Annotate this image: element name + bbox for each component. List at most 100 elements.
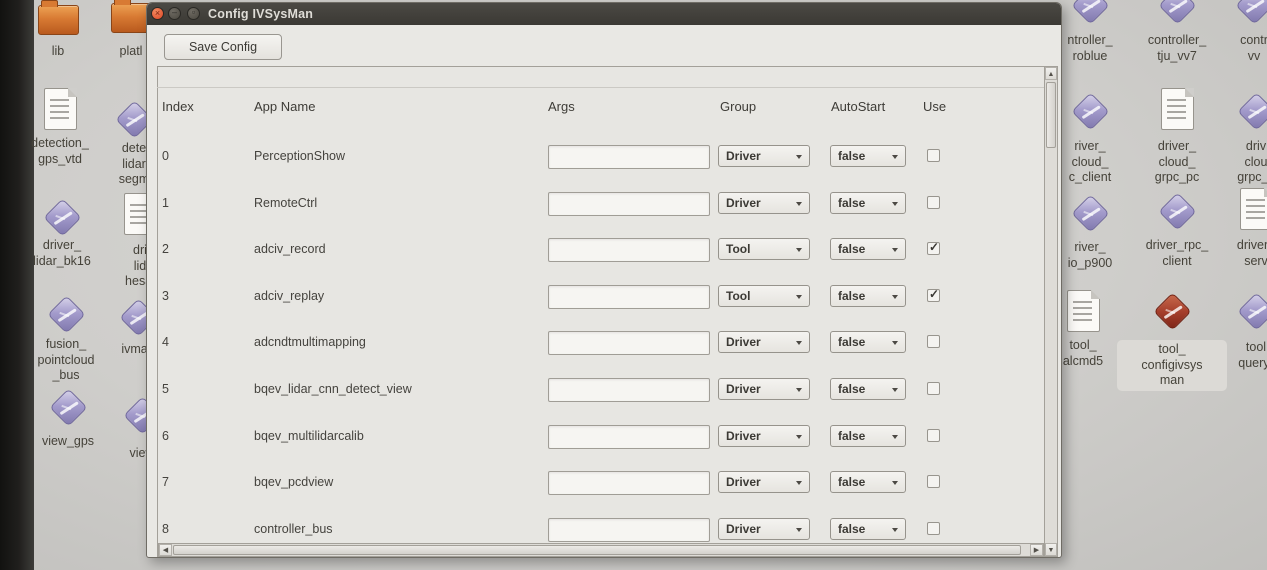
chevron-down-icon xyxy=(796,388,802,392)
chevron-down-icon xyxy=(796,481,802,485)
column-header-index: Index xyxy=(162,99,194,114)
doc-icon xyxy=(1067,290,1100,332)
column-header-autostart: AutoStart xyxy=(831,99,885,114)
horizontal-scroll-thumb[interactable] xyxy=(173,545,1021,555)
args-input[interactable] xyxy=(548,285,710,309)
table-row: 0 PerceptionShow Driver false xyxy=(147,145,1063,171)
group-dropdown[interactable]: Tool xyxy=(718,285,810,307)
args-input[interactable] xyxy=(548,331,710,355)
folder-icon xyxy=(38,5,79,35)
use-checkbox[interactable] xyxy=(927,522,940,535)
table-row: 4adcndtmultimappingDriverfalse xyxy=(147,331,1063,357)
minimize-icon: – xyxy=(169,6,180,19)
autostart-dropdown[interactable]: false xyxy=(830,192,906,214)
minimize-button[interactable]: – xyxy=(168,7,181,20)
app-name: controller_bus xyxy=(254,522,333,536)
autostart-dropdown[interactable]: false xyxy=(830,518,906,540)
autostart-dropdown[interactable]: false xyxy=(830,331,906,353)
maximize-icon: ▫ xyxy=(188,6,199,19)
chevron-down-icon xyxy=(796,435,802,439)
chevron-down-icon xyxy=(796,528,802,532)
diamond-icon xyxy=(49,388,87,426)
row-index: 3 xyxy=(162,289,169,303)
chevron-down-icon xyxy=(892,202,898,206)
chevron-down-icon xyxy=(892,528,898,532)
scroll-up-icon[interactable]: ▲ xyxy=(1045,67,1057,80)
diamond-icon xyxy=(1158,192,1196,230)
diamond-icon xyxy=(1071,0,1109,25)
save-config-button[interactable]: Save Config xyxy=(164,34,282,60)
chevron-down-icon xyxy=(796,248,802,252)
group-dropdown[interactable]: Driver xyxy=(718,471,810,493)
args-input[interactable] xyxy=(548,145,710,169)
app-name: bqev_lidar_cnn_detect_view xyxy=(254,382,412,396)
column-header-app-name: App Name xyxy=(254,99,315,114)
app-name: bqev_pcdview xyxy=(254,475,333,489)
autostart-dropdown[interactable]: false xyxy=(830,471,906,493)
autostart-dropdown[interactable]: false xyxy=(830,285,906,307)
diamond-icon xyxy=(1158,0,1196,25)
group-dropdown[interactable]: Driver xyxy=(718,425,810,447)
args-input[interactable] xyxy=(548,425,710,449)
use-checkbox[interactable] xyxy=(927,242,940,255)
group-dropdown[interactable]: Driver xyxy=(718,378,810,400)
table-row: 6 bqev_multilidarcalib Driver false xyxy=(147,425,1063,451)
header-separator xyxy=(157,87,1058,88)
group-dropdown[interactable]: Driver xyxy=(718,331,810,353)
row-index: 6 xyxy=(162,429,169,443)
scroll-down-icon[interactable]: ▼ xyxy=(1045,543,1057,556)
app-name: adciv_replay xyxy=(254,289,324,303)
args-input[interactable] xyxy=(548,238,710,262)
diamond-icon xyxy=(1071,92,1109,130)
doc-icon xyxy=(1240,188,1267,230)
chevron-down-icon xyxy=(892,155,898,159)
scroll-right-icon[interactable]: ▶ xyxy=(1030,544,1043,556)
table-row: 8 controller_bus Driver false xyxy=(147,518,1063,544)
group-dropdown[interactable]: Driver xyxy=(718,145,810,167)
use-checkbox[interactable] xyxy=(927,149,940,162)
use-checkbox[interactable] xyxy=(927,289,940,302)
autostart-dropdown[interactable]: false xyxy=(830,145,906,167)
column-header-args: Args xyxy=(548,99,575,114)
row-index: 8 xyxy=(162,522,169,536)
doc-icon xyxy=(44,88,77,130)
vertical-scrollbar[interactable]: ▲ ▼ xyxy=(1044,66,1058,557)
row-index: 7 xyxy=(162,475,169,489)
diamond-icon xyxy=(1237,292,1267,330)
autostart-dropdown[interactable]: false xyxy=(830,425,906,447)
chevron-down-icon xyxy=(796,202,802,206)
group-dropdown[interactable]: Driver xyxy=(718,192,810,214)
autostart-dropdown[interactable]: false xyxy=(830,238,906,260)
close-button[interactable]: × xyxy=(151,7,164,20)
use-checkbox[interactable] xyxy=(927,475,940,488)
group-dropdown[interactable]: Tool xyxy=(718,238,810,260)
app-name: adciv_record xyxy=(254,242,326,256)
use-checkbox[interactable] xyxy=(927,196,940,209)
window-title: Config IVSysMan xyxy=(208,7,313,21)
args-input[interactable] xyxy=(548,192,710,216)
args-input[interactable] xyxy=(548,378,710,402)
table-row: 2adciv_recordToolfalse xyxy=(147,238,1063,264)
close-icon: × xyxy=(152,7,163,20)
doc-icon xyxy=(1161,88,1194,130)
maximize-button[interactable]: ▫ xyxy=(187,7,200,20)
use-checkbox[interactable] xyxy=(927,382,940,395)
vertical-scroll-thumb[interactable] xyxy=(1046,82,1056,148)
app-name: PerceptionShow xyxy=(254,149,345,163)
horizontal-scrollbar[interactable]: ◀ ▶ xyxy=(158,543,1044,557)
chevron-down-icon xyxy=(796,295,802,299)
args-input[interactable] xyxy=(548,518,710,542)
use-checkbox[interactable] xyxy=(927,335,940,348)
scroll-left-icon[interactable]: ◀ xyxy=(159,544,172,556)
chevron-down-icon xyxy=(892,341,898,345)
app-name: bqev_multilidarcalib xyxy=(254,429,364,443)
args-input[interactable] xyxy=(548,471,710,495)
chevron-down-icon xyxy=(892,388,898,392)
group-dropdown[interactable]: Driver xyxy=(718,518,810,540)
window-titlebar[interactable]: × – ▫ Config IVSysMan xyxy=(147,3,1061,25)
chevron-down-icon xyxy=(796,341,802,345)
autostart-dropdown[interactable]: false xyxy=(830,378,906,400)
use-checkbox[interactable] xyxy=(927,429,940,442)
row-index: 0 xyxy=(162,149,169,163)
table-row: 1RemoteCtrlDriverfalse xyxy=(147,192,1063,218)
